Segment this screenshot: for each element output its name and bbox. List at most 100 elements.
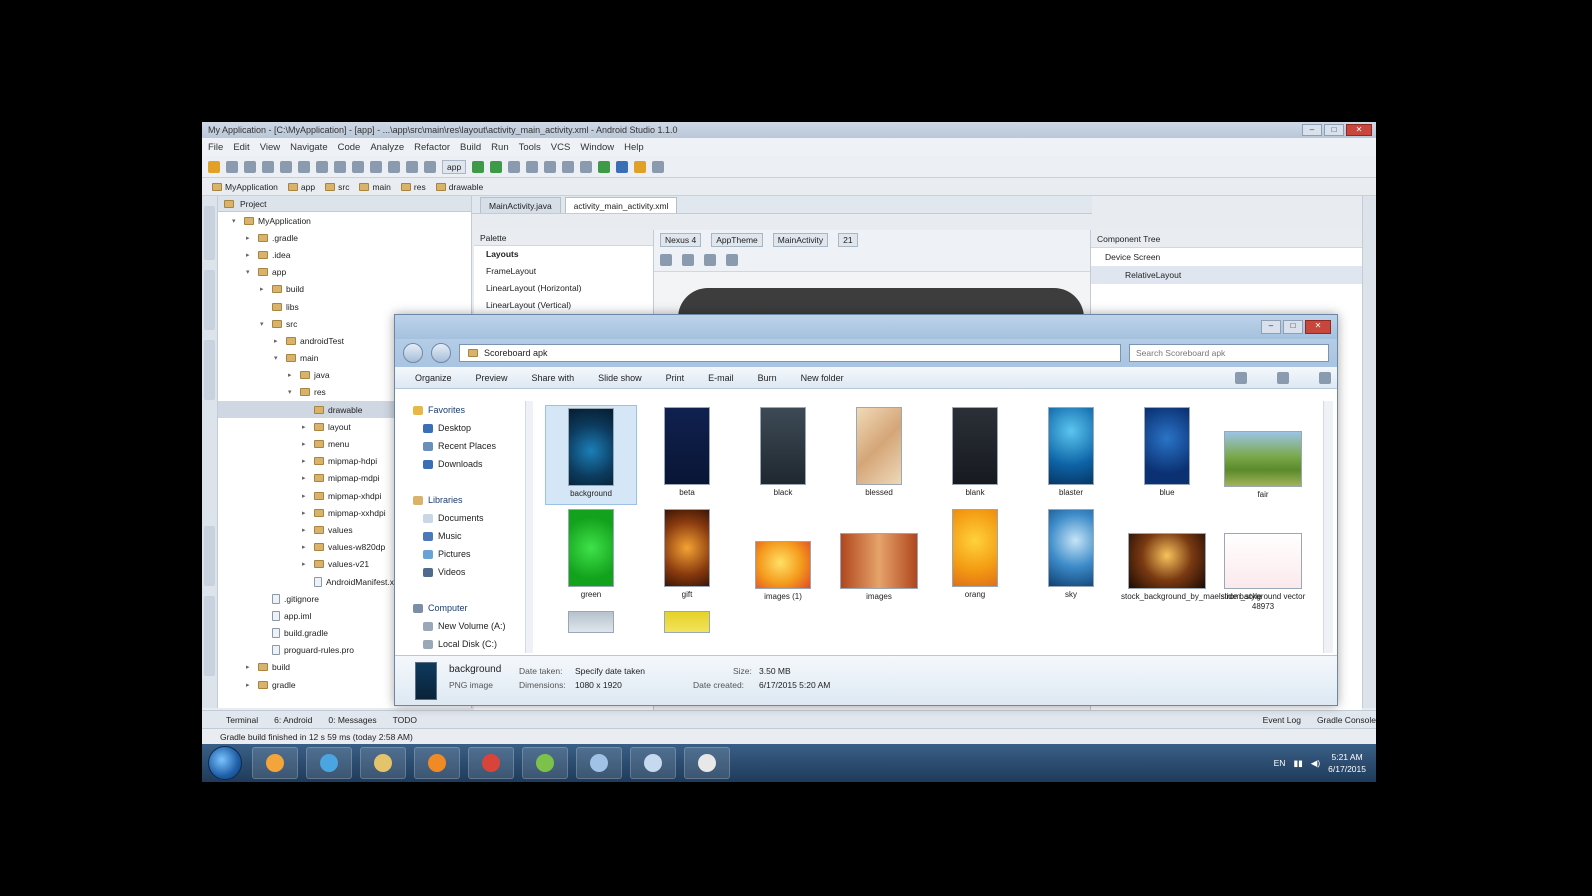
expand-toggle-icon[interactable]: ▸: [302, 560, 310, 568]
tree-node-libs[interactable]: libs: [218, 298, 471, 315]
expand-toggle-icon[interactable]: ▸: [246, 251, 254, 259]
expand-toggle-icon[interactable]: ▸: [302, 526, 310, 534]
taskbar-usb-device-button[interactable]: [684, 747, 730, 779]
project-panel-title[interactable]: Project: [240, 199, 266, 209]
file-thumbnail[interactable]: black: [737, 405, 829, 505]
design-select-mainactivity[interactable]: MainActivity: [772, 233, 829, 247]
expand-toggle-icon[interactable]: ▾: [274, 354, 282, 362]
nav-pictures[interactable]: Pictures: [409, 545, 537, 563]
nav-downloads[interactable]: Downloads: [409, 455, 537, 473]
menu-refactor[interactable]: Refactor: [414, 142, 450, 153]
explorer-maximize-button[interactable]: □: [1283, 320, 1303, 334]
palette-group-layouts[interactable]: Layouts: [474, 246, 653, 263]
breadcrumb-app[interactable]: app: [287, 182, 315, 192]
expand-toggle-icon[interactable]: ▸: [302, 457, 310, 465]
expand-toggle-icon[interactable]: ▸: [260, 285, 268, 293]
breadcrumb-src[interactable]: src: [325, 182, 349, 192]
expand-toggle-icon[interactable]: ▾: [232, 217, 240, 225]
nav-music[interactable]: Music: [409, 527, 537, 545]
design-select-nexus-4[interactable]: Nexus 4: [660, 233, 702, 247]
file-thumbnail[interactable]: fair: [1217, 405, 1309, 505]
forward-icon[interactable]: [406, 160, 418, 173]
bottom-tab-event-log[interactable]: Event Log: [1263, 715, 1301, 725]
device-icon[interactable]: [616, 160, 629, 173]
component-node-relativelayout[interactable]: RelativeLayout: [1091, 266, 1362, 284]
menu-analyze[interactable]: Analyze: [370, 142, 404, 153]
build-variants-tool-tab[interactable]: [204, 596, 215, 676]
nav-local-disk-c[interactable]: Local Disk (C:): [409, 635, 537, 653]
expand-toggle-icon[interactable]: ▸: [274, 337, 282, 345]
search-input[interactable]: Search Scoreboard apk: [1129, 344, 1329, 362]
redo-icon[interactable]: [280, 160, 292, 173]
explorer-minimize-button[interactable]: –: [1261, 320, 1281, 334]
menu-run[interactable]: Run: [491, 142, 508, 153]
bottom-tab-terminal[interactable]: Terminal: [226, 715, 258, 725]
command-new-folder[interactable]: New folder: [801, 373, 844, 383]
taskbar-vlc-button[interactable]: [414, 747, 460, 779]
nav-new-volume-a[interactable]: New Volume (A:): [409, 617, 537, 635]
expand-toggle-icon[interactable]: ▸: [302, 543, 310, 551]
back-icon[interactable]: [388, 160, 400, 173]
expand-toggle-icon[interactable]: ▸: [302, 509, 310, 517]
debug-icon[interactable]: [490, 160, 503, 173]
structure-tool-tab[interactable]: [204, 270, 215, 330]
open-icon[interactable]: [208, 160, 220, 173]
expand-toggle-icon[interactable]: ▸: [302, 492, 310, 500]
menu-build[interactable]: Build: [460, 142, 481, 153]
bottom-tab-6-android[interactable]: 6: Android: [274, 715, 312, 725]
command-preview[interactable]: Preview: [476, 373, 508, 383]
menu-window[interactable]: Window: [580, 142, 614, 153]
avd-manager-icon[interactable]: [580, 160, 593, 173]
taskbar-downloads-button[interactable]: [576, 747, 622, 779]
run-icon[interactable]: [472, 160, 485, 173]
menu-code[interactable]: Code: [338, 142, 361, 153]
cut-icon[interactable]: [298, 160, 310, 173]
editor-tab-activity-main-activity-xml[interactable]: activity_main_activity.xml: [564, 197, 678, 213]
file-thumbnail[interactable]: gift: [641, 507, 733, 607]
minimize-button[interactable]: –: [1302, 124, 1322, 136]
breadcrumb-res[interactable]: res: [400, 182, 426, 192]
replace-icon[interactable]: [370, 160, 382, 173]
tree-node-idea[interactable]: ▸ .idea: [218, 246, 471, 263]
coverage-icon[interactable]: [526, 160, 539, 173]
command-organize[interactable]: Organize: [415, 373, 452, 383]
favorites-tool-tab[interactable]: [204, 526, 215, 586]
close-button[interactable]: ✕: [1346, 124, 1372, 136]
clock[interactable]: 5:21 AM 6/17/2015: [1328, 751, 1366, 775]
taskbar-internet-explorer-button[interactable]: [306, 747, 352, 779]
palette-item[interactable]: LinearLayout (Horizontal): [474, 280, 653, 297]
sync-icon[interactable]: [244, 160, 256, 173]
tree-node-myapplication[interactable]: ▾ MyApplication: [218, 212, 471, 229]
file-thumbnail[interactable]: stock_background_by_maelstrom_style: [1121, 507, 1262, 607]
navigation-scrollbar[interactable]: [525, 401, 533, 653]
plugin-icon[interactable]: [634, 160, 647, 173]
nav-computer[interactable]: Computer: [409, 599, 537, 617]
bottom-tab-0-messages[interactable]: 0: Messages: [328, 715, 376, 725]
menu-file[interactable]: File: [208, 142, 223, 153]
find-icon[interactable]: [352, 160, 364, 173]
paste-icon[interactable]: [334, 160, 346, 173]
refresh-icon[interactable]: [726, 254, 738, 266]
volume-icon[interactable]: ◀): [1311, 758, 1320, 769]
menu-view[interactable]: View: [260, 142, 280, 153]
tree-node-gradle[interactable]: ▸ .gradle: [218, 229, 471, 246]
file-thumbnail[interactable]: sky: [1025, 507, 1117, 607]
file-thumbnail[interactable]: blessed: [833, 405, 925, 505]
zoom-out-icon[interactable]: [682, 254, 694, 266]
command-slide-show[interactable]: Slide show: [598, 373, 642, 383]
expand-toggle-icon[interactable]: ▸: [288, 371, 296, 379]
command-print[interactable]: Print: [666, 373, 685, 383]
file-grid-scrollbar[interactable]: [1323, 401, 1333, 653]
maximize-button[interactable]: □: [1324, 124, 1344, 136]
file-thumbnail[interactable]: blue: [1121, 405, 1213, 505]
date-taken-value[interactable]: Specify date taken: [575, 666, 645, 676]
file-thumbnail[interactable]: beta: [641, 405, 733, 505]
undo-icon[interactable]: [262, 160, 274, 173]
menu-help[interactable]: Help: [624, 142, 644, 153]
attach-icon[interactable]: [508, 160, 521, 173]
palette-item[interactable]: FrameLayout: [474, 263, 653, 280]
expand-toggle-icon[interactable]: ▸: [302, 474, 310, 482]
start-button[interactable]: [208, 746, 242, 780]
menu-vcs[interactable]: VCS: [551, 142, 571, 153]
nav-videos[interactable]: Videos: [409, 563, 537, 581]
